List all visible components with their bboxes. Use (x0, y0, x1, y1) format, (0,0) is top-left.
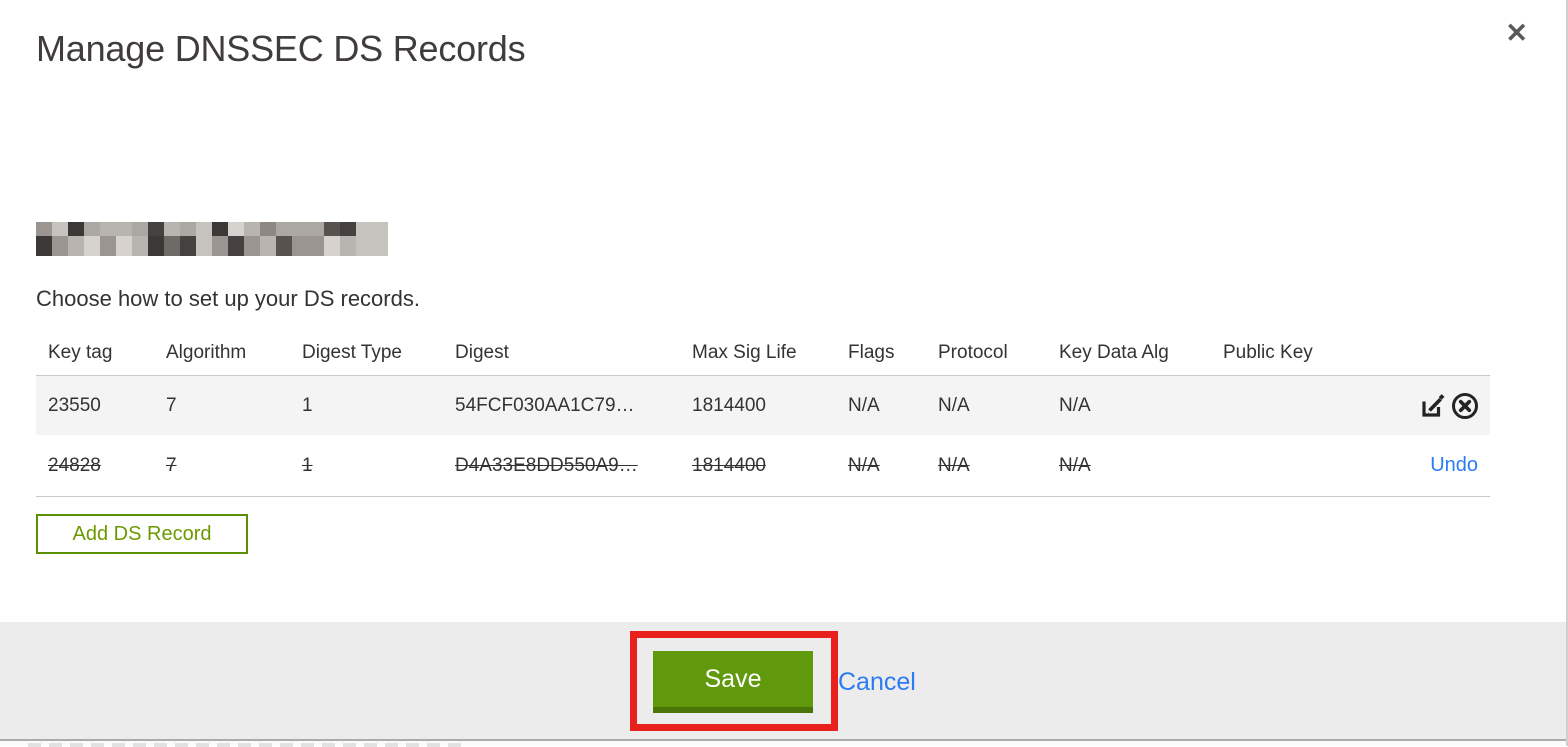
cell-algorithm: 7 (166, 394, 177, 416)
table-row: 23550 7 1 54FCF030AA1C79… 1814400 N/A N/… (36, 375, 1490, 435)
instructions-text: Choose how to set up your DS records. (36, 286, 420, 311)
header-public-key: Public Key (1223, 341, 1313, 363)
cell-max-sig-life: 1814400 (692, 394, 766, 416)
underlying-page-sliver (0, 739, 1566, 747)
cancel-link[interactable]: Cancel (838, 668, 916, 697)
row-actions (1400, 391, 1490, 421)
cell-digest-type: 1 (302, 394, 313, 416)
header-digest: Digest (455, 341, 509, 363)
edit-icon[interactable] (1418, 391, 1447, 420)
redacted-domain-name (36, 222, 392, 256)
header-protocol: Protocol (938, 341, 1008, 363)
delete-icon[interactable] (1450, 391, 1480, 421)
cell-digest: 54FCF030AA1C79… (455, 394, 635, 416)
cell-flags: N/A (848, 454, 880, 476)
undo-link[interactable]: Undo (1430, 454, 1478, 476)
cell-protocol: N/A (938, 394, 970, 416)
header-max-sig-life: Max Sig Life (692, 341, 797, 363)
cell-max-sig-life: 1814400 (692, 454, 766, 476)
blurred-background-text (28, 743, 468, 747)
cell-key-tag: 24828 (48, 454, 101, 476)
save-button[interactable]: Save (653, 651, 813, 713)
cell-protocol: N/A (938, 454, 970, 476)
header-key-data-alg: Key Data Alg (1059, 341, 1169, 363)
modal-footer: Save Cancel (0, 622, 1566, 739)
page-title: Manage DNSSEC DS Records (36, 28, 526, 69)
header-algorithm: Algorithm (166, 341, 247, 363)
cell-key-data-alg: N/A (1059, 394, 1091, 416)
cell-digest-type: 1 (302, 454, 313, 476)
cell-flags: N/A (848, 394, 880, 416)
cell-algorithm: 7 (166, 454, 177, 476)
manage-dnssec-modal: Manage DNSSEC DS Records ✕ Choose how to… (0, 0, 1568, 747)
table-header-row: Key tag Algorithm Digest Type Digest Max… (36, 330, 1490, 375)
header-key-tag: Key tag (48, 341, 113, 363)
header-flags: Flags (848, 341, 895, 363)
ds-records-table: Key tag Algorithm Digest Type Digest Max… (36, 330, 1490, 497)
cell-key-data-alg: N/A (1059, 454, 1091, 476)
cell-digest: D4A33E8DD550A9… (455, 454, 638, 476)
header-digest-type: Digest Type (302, 341, 402, 363)
table-row-deleted: 24828 7 1 D4A33E8DD550A9… 1814400 N/A N/… (36, 435, 1490, 497)
row-actions: Undo (1400, 454, 1490, 477)
cell-key-tag: 23550 (48, 394, 101, 416)
close-icon[interactable]: ✕ (1505, 20, 1528, 47)
add-ds-record-button[interactable]: Add DS Record (36, 514, 248, 554)
